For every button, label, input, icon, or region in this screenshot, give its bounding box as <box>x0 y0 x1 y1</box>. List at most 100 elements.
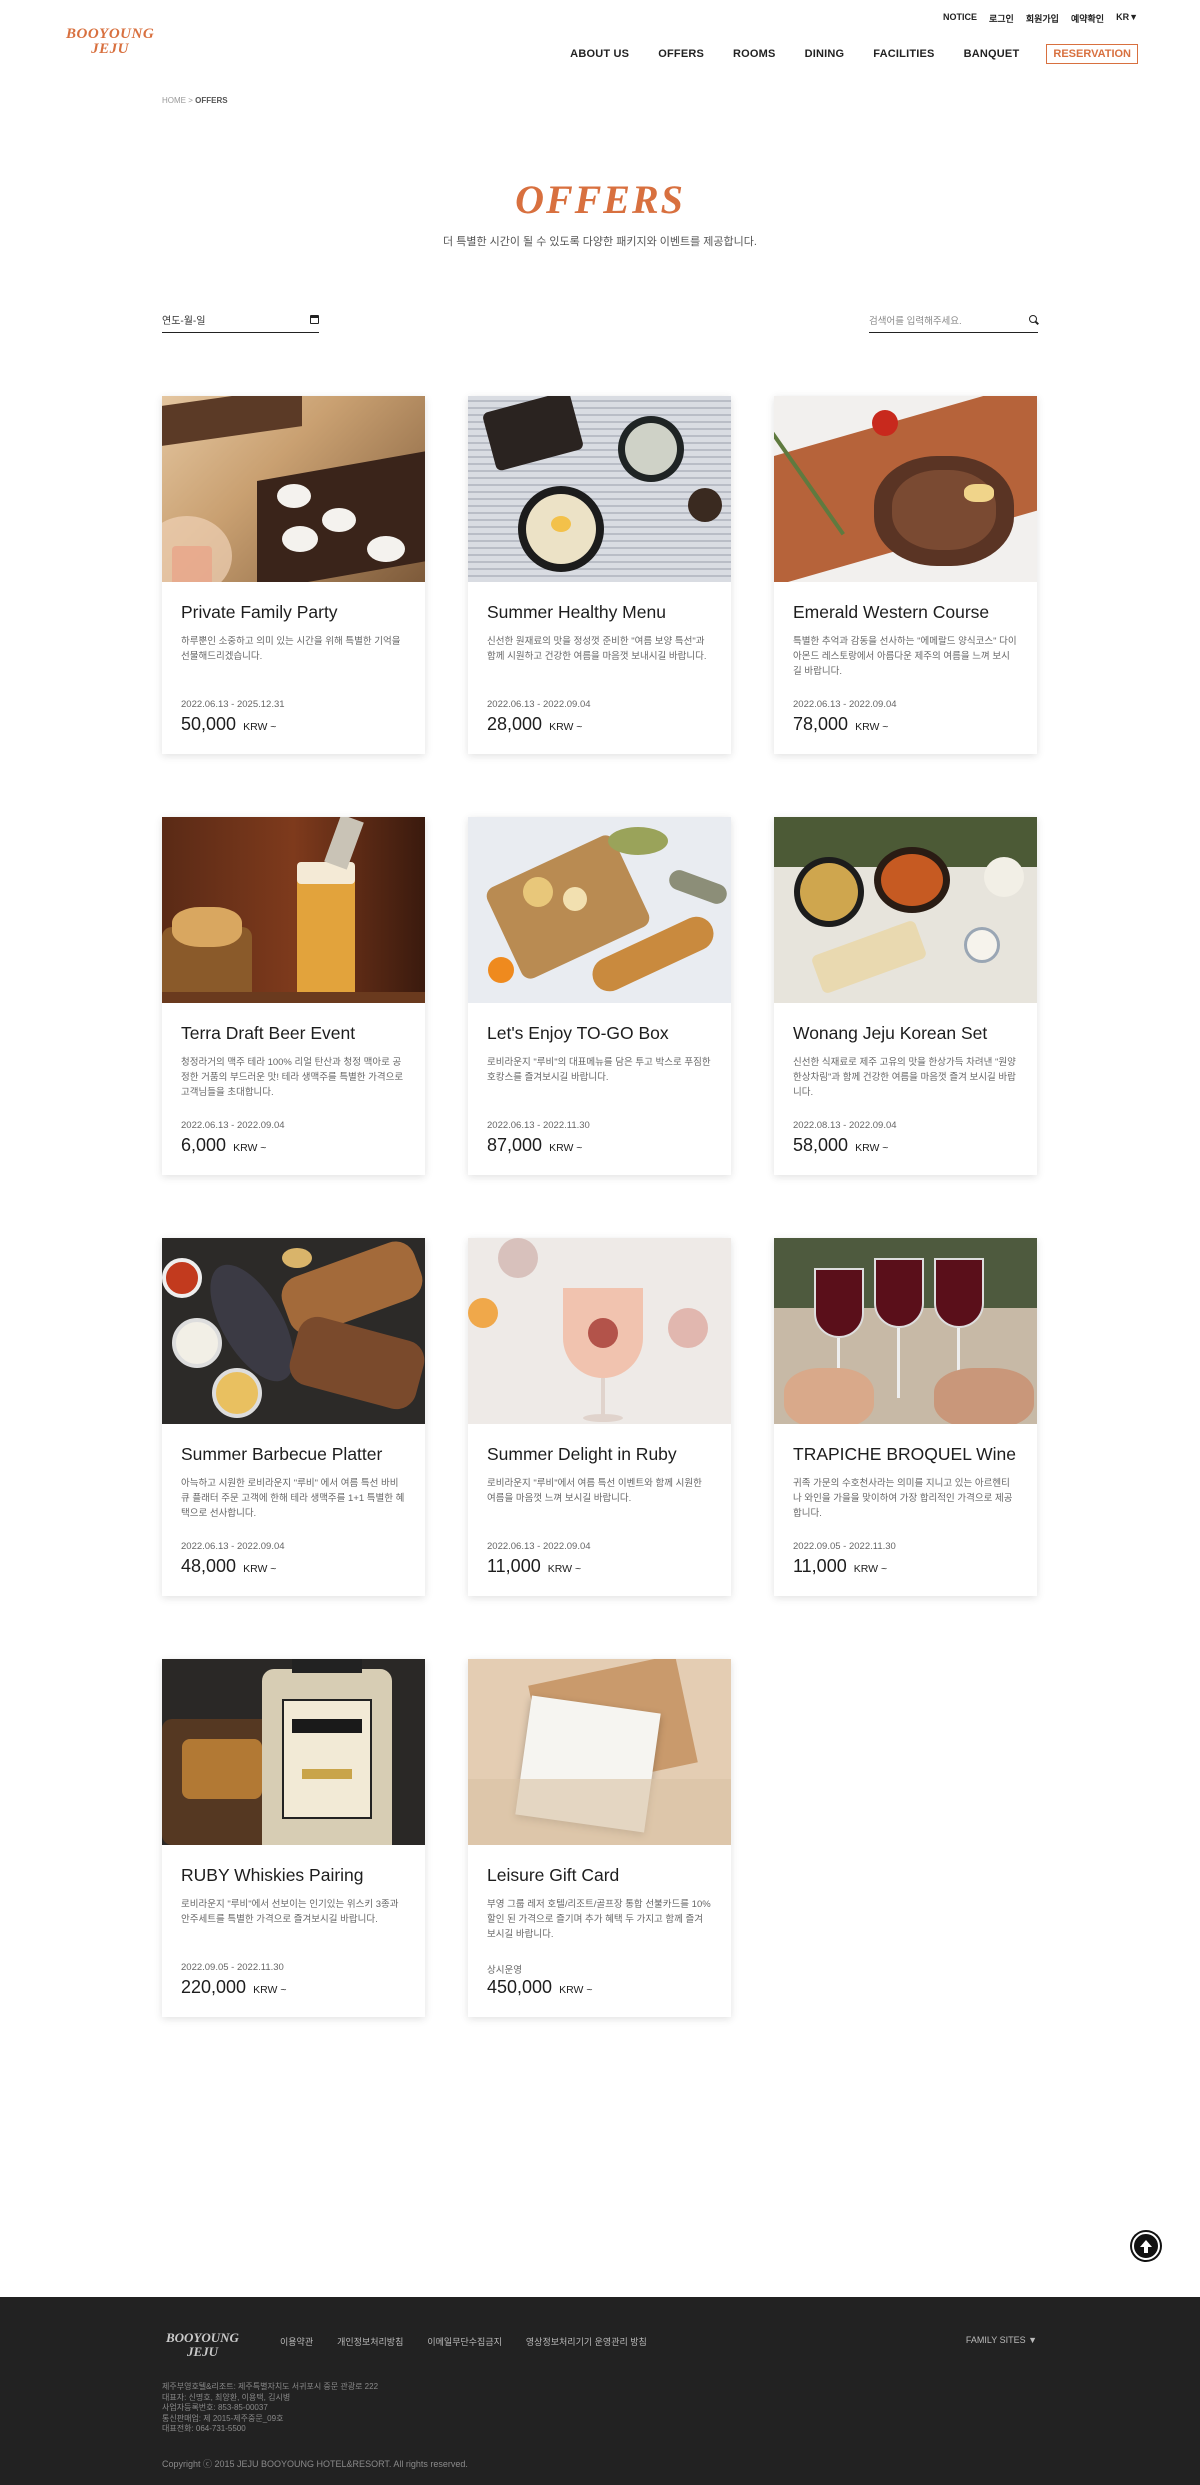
offer-date: 2022.06.13 - 2022.11.30 <box>487 1120 590 1131</box>
offer-title: Leisure Gift Card <box>487 1865 620 1885</box>
notice-link[interactable]: NOTICE <box>943 12 977 25</box>
offer-price-unit: KRW ~ <box>243 1563 277 1575</box>
offer-title: TRAPICHE BROQUEL Wine <box>793 1444 1017 1464</box>
offer-price: 28,000 KRW ~ <box>487 714 582 735</box>
nav-rooms[interactable]: ROOMS <box>733 48 776 60</box>
copyright: Copyright ⓒ 2015 JEJU BOOYOUNG HOTEL&RES… <box>162 2459 468 2469</box>
offer-price-value: 87,000 <box>487 1135 543 1155</box>
reservation-button[interactable]: RESERVATION <box>1046 44 1138 64</box>
footer-link-email[interactable]: 이메일무단수집금지 <box>427 2335 502 2348</box>
offer-date: 2022.06.13 - 2022.09.04 <box>793 699 897 710</box>
offer-price-unit: KRW ~ <box>855 1142 889 1154</box>
offer-description: 아늑하고 시원한 로비라운지 "루비" 에서 여름 특선 바비큐 플래터 주문 … <box>181 1478 405 1519</box>
offer-price-unit: KRW ~ <box>855 721 889 733</box>
offer-price-unit: KRW ~ <box>547 1563 582 1575</box>
offer-price-unit: KRW ~ <box>549 721 583 733</box>
offer-description: 신선한 식재료로 제주 고유의 맛을 한상가득 차려낸 "원양 한상차림"과 함… <box>793 1057 1016 1098</box>
date-filter-input[interactable]: 연도-월-일 <box>162 309 319 333</box>
offer-date: 2022.08.13 - 2022.09.04 <box>793 1120 897 1131</box>
signup-link[interactable]: 회원가입 <box>1026 12 1059 25</box>
offer-image-korean <box>774 817 1037 1003</box>
offer-price-unit: KRW ~ <box>853 1563 888 1575</box>
offer-description: 로비라운지 "루비"의 대표메뉴를 담은 투고 박스로 푸짐한 호캉스를 즐겨보… <box>487 1057 711 1083</box>
language-selector[interactable]: KR▼ <box>1116 12 1138 25</box>
family-sites-dropdown[interactable]: FAMILY SITES ▼ <box>966 2335 1037 2345</box>
calendar-icon[interactable] <box>310 315 319 324</box>
search-input[interactable]: 검색어를 입력해주세요. <box>869 309 1038 333</box>
offer-card[interactable]: RUBY Whiskies Pairing 로비라운지 "루비"에서 선보이는 … <box>162 1659 425 2017</box>
offer-price-value: 220,000 <box>181 1977 247 1997</box>
nav-dining[interactable]: DINING <box>805 48 845 60</box>
offer-card[interactable]: Summer Delight in Ruby 로비라운지 "루비"에서 여름 특… <box>468 1238 731 1596</box>
offer-date: 2022.06.13 - 2022.09.04 <box>181 1541 285 1552</box>
mail-order-number: 통신판매업: 제 2015-제주중문_09호 <box>162 2413 284 2423</box>
footer-logo[interactable]: BOOYOUNG JEJU <box>166 2331 239 2359</box>
site-logo[interactable]: BOOYOUNG JEJU <box>66 27 154 57</box>
offer-card[interactable]: Private Family Party 하루뿐인 소중하고 의미 있는 시간을… <box>162 396 425 754</box>
logo-line1: BOOYOUNG <box>66 26 155 42</box>
offer-date: 2022.09.05 - 2022.11.30 <box>181 1962 284 1973</box>
offer-card[interactable]: Let's Enjoy TO-GO Box 로비라운지 "루비"의 대표메뉴를 … <box>468 817 731 1175</box>
offer-date: 2022.06.13 - 2022.09.04 <box>181 1120 285 1131</box>
offer-description: 신선한 원재료의 맛을 정성껏 준비한 "여름 보양 특선"과 함께 시원하고 … <box>487 636 707 662</box>
offer-card[interactable]: TRAPICHE BROQUEL Wine 귀족 가문의 수호천사라는 의미를 … <box>774 1238 1037 1596</box>
nav-about-us[interactable]: ABOUT US <box>570 48 629 60</box>
footer-link-cctv[interactable]: 영상정보처리기기 운영관리 방침 <box>526 2335 647 2348</box>
search-icon[interactable] <box>1029 315 1038 324</box>
offer-title: Emerald Western Course <box>793 602 990 622</box>
offer-price: 6,000 KRW ~ <box>181 1135 266 1156</box>
footer-link-privacy[interactable]: 개인정보처리방침 <box>337 2335 403 2348</box>
business-number: 사업자등록번호: 853-85-00037 <box>162 2403 268 2412</box>
nav-banquet[interactable]: BANQUET <box>964 48 1020 60</box>
offer-price: 220,000 KRW ~ <box>181 1977 286 1998</box>
reservation-check-link[interactable]: 예약확인 <box>1071 12 1104 25</box>
footer-links: 이용약관 개인정보처리방침 이메일무단수집금지 영상정보처리기기 운영관리 방침 <box>280 2335 647 2348</box>
offer-description: 로비라운지 "루비"에서 여름 특선 이벤트와 함께 시원한 여름을 마음껏 느… <box>487 1478 702 1504</box>
scroll-top-button[interactable] <box>1130 2230 1162 2262</box>
footer: BOOYOUNG JEJU 이용약관 개인정보처리방침 이메일무단수집금지 영상… <box>0 2297 1200 2485</box>
offer-card[interactable]: Summer Barbecue Platter 아늑하고 시원한 로비라운지 "… <box>162 1238 425 1596</box>
offer-card[interactable]: Summer Healthy Menu 신선한 원재료의 맛을 정성껏 준비한 … <box>468 396 731 754</box>
offer-price: 58,000 KRW ~ <box>793 1135 888 1156</box>
offer-image-gift-card <box>468 1659 731 1845</box>
offer-card[interactable]: Leisure Gift Card 부영 그룹 레저 호텔/리조트/골프장 통합… <box>468 1659 731 2017</box>
offer-image-party <box>162 396 425 582</box>
offer-price-value: 58,000 <box>793 1135 849 1155</box>
breadcrumb-home[interactable]: HOME <box>162 96 186 105</box>
offer-card[interactable]: Wonang Jeju Korean Set 신선한 식재료로 제주 고유의 맛… <box>774 817 1037 1175</box>
offer-price-value: 6,000 <box>181 1135 227 1155</box>
breadcrumb-current: OFFERS <box>195 96 228 105</box>
offer-image-beer <box>162 817 425 1003</box>
login-link[interactable]: 로그인 <box>989 12 1014 25</box>
offer-price-value: 50,000 <box>181 714 237 734</box>
offer-price-value: 78,000 <box>793 714 849 734</box>
main-nav: ABOUT US OFFERS ROOMS DINING FACILITIES … <box>541 44 1138 64</box>
offer-card[interactable]: Terra Draft Beer Event 청정라거의 맥주 테라 100% … <box>162 817 425 1175</box>
offer-description: 청정라거의 맥주 테라 100% 리얼 탄산과 청정 맥아로 공정한 거품의 부… <box>181 1057 404 1098</box>
offer-title: Summer Barbecue Platter <box>181 1444 383 1464</box>
company-phone: 대표전화: 064-731-5500 <box>162 2424 246 2433</box>
page-title: OFFERS <box>515 177 685 222</box>
offer-date: 2022.09.05 - 2022.11.30 <box>793 1541 896 1552</box>
offer-price-unit: KRW ~ <box>559 1984 593 1996</box>
offer-title: Terra Draft Beer Event <box>181 1023 356 1043</box>
offer-description: 귀족 가문의 수호천사라는 의미를 지니고 있는 아르헨티나 와인을 가을을 맞… <box>793 1478 1013 1519</box>
offer-price: 50,000 KRW ~ <box>181 714 276 735</box>
nav-facilities[interactable]: FACILITIES <box>873 48 934 60</box>
offer-price-value: 11,000 <box>793 1556 847 1576</box>
offer-title: Wonang Jeju Korean Set <box>793 1023 988 1043</box>
offer-date: 2022.06.13 - 2025.12.31 <box>181 699 285 710</box>
offer-description: 부영 그룹 레저 호텔/리조트/골프장 통합 선불카드를 10% 할인 된 가격… <box>487 1899 711 1940</box>
offer-description: 로비라운지 "루비"에서 선보이는 인기있는 위스키 3종과 안주세트를 특별한… <box>181 1899 399 1925</box>
offer-image-bbq <box>162 1238 425 1424</box>
company-address: 제주부영호텔&리조트: 제주특별자치도 서귀포시 중문 관광로 222 <box>162 2382 379 2391</box>
offer-card[interactable]: Emerald Western Course 특별한 추억과 감동을 선사하는 … <box>774 396 1037 754</box>
offer-price: 11,000 KRW ~ <box>487 1556 581 1577</box>
offer-price-value: 11,000 <box>487 1556 541 1576</box>
footer-link-terms[interactable]: 이용약관 <box>280 2335 313 2348</box>
offer-image-whiskey <box>162 1659 425 1845</box>
footer-logo-line1: BOOYOUNG <box>166 2330 239 2345</box>
offer-price: 450,000 KRW ~ <box>487 1977 592 1998</box>
nav-offers[interactable]: OFFERS <box>658 48 704 60</box>
offer-price-unit: KRW ~ <box>243 721 277 733</box>
